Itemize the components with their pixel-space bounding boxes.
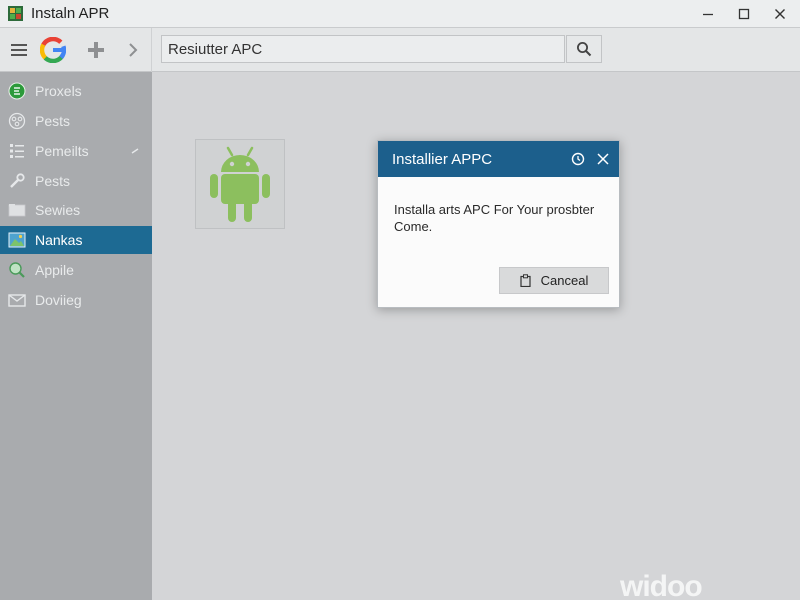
android-icon xyxy=(196,140,284,233)
clock-icon[interactable] xyxy=(571,152,585,166)
magnifier-icon xyxy=(8,261,26,279)
sidebar-item-label: Proxels xyxy=(35,83,82,99)
cancel-button-label: Canceal xyxy=(540,273,589,288)
toolbar-divider xyxy=(151,28,152,72)
minimize-button[interactable] xyxy=(690,0,726,28)
search-button[interactable] xyxy=(566,35,602,63)
sidebar: Proxels Pests Pemeilts Pests Sewies Nank… xyxy=(0,72,152,600)
list-icon xyxy=(8,142,26,160)
forward-arrow-icon[interactable] xyxy=(121,38,145,62)
sidebar-item-pests[interactable]: Pests xyxy=(0,107,152,135)
sidebar-item-doviieg[interactable]: Doviieg xyxy=(0,286,152,314)
folder-icon xyxy=(8,201,26,219)
app-icon xyxy=(8,6,23,21)
sidebar-item-label: Nankas xyxy=(35,232,83,248)
title-bar: Instaln APR xyxy=(0,0,800,28)
close-window-button[interactable] xyxy=(762,0,798,28)
sidebar-item-nankas[interactable]: Nankas xyxy=(0,226,152,254)
sidebar-item-appile[interactable]: Appile xyxy=(0,256,152,284)
sidebar-item-pemeilts[interactable]: Pemeilts xyxy=(0,137,152,165)
hamburger-menu-icon[interactable] xyxy=(7,38,31,62)
search-icon xyxy=(576,41,592,57)
toolbar xyxy=(0,28,800,72)
green-circle-icon xyxy=(8,82,26,100)
google-logo-icon[interactable] xyxy=(39,36,67,64)
dialog-close-icon[interactable] xyxy=(596,152,610,166)
clipboard-icon xyxy=(520,274,531,287)
search-input[interactable] xyxy=(161,35,565,63)
expand-arrow-icon[interactable] xyxy=(130,143,140,161)
android-app-tile[interactable] xyxy=(195,139,285,229)
watermark: widoo xyxy=(620,570,703,600)
sidebar-item-label: Pests xyxy=(35,173,71,189)
sidebar-item-label: Sewies xyxy=(35,202,81,218)
sidebar-item-label: Appile xyxy=(35,262,74,278)
install-dialog: Installier APPC Installa arts APC For Yo… xyxy=(377,140,620,308)
sidebar-item-label: Doviieg xyxy=(35,292,82,308)
sidebar-item-sewies[interactable]: Sewies xyxy=(0,196,152,224)
image-icon xyxy=(8,231,26,249)
dialog-message: Installa arts APC For Your prosbter Come… xyxy=(394,202,595,234)
sidebar-item-pests-2[interactable]: Pests xyxy=(0,167,152,195)
maximize-button[interactable] xyxy=(726,0,762,28)
cancel-button[interactable]: Canceal xyxy=(499,267,609,294)
window-title: Instaln APR xyxy=(31,5,110,22)
dialog-header: Installier APPC xyxy=(378,141,619,177)
sidebar-item-proxels[interactable]: Proxels xyxy=(0,77,152,105)
network-icon xyxy=(8,112,26,130)
sidebar-item-label: Pemeilts xyxy=(35,143,89,159)
add-icon[interactable] xyxy=(84,38,108,62)
wrench-icon xyxy=(8,172,26,190)
mail-icon xyxy=(8,291,26,309)
dialog-title: Installier APPC xyxy=(392,151,493,168)
sidebar-item-label: Pests xyxy=(35,113,71,129)
